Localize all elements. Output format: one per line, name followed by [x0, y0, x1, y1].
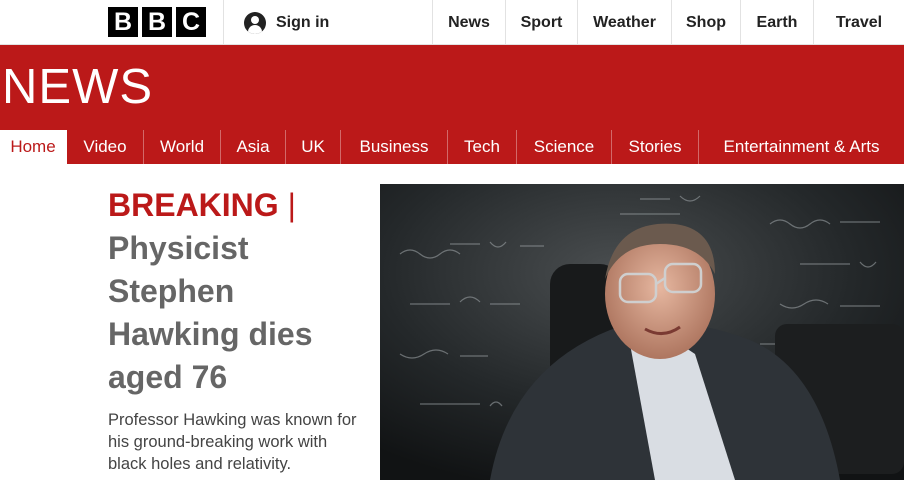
global-nav-earth[interactable]: Earth [740, 0, 813, 45]
story-photo[interactable] [380, 184, 904, 480]
story-headline[interactable]: BREAKING | Physicist Stephen Hawking die… [108, 184, 370, 399]
global-nav-shop[interactable]: Shop [671, 0, 740, 45]
story-photo-image [380, 184, 904, 480]
global-nav-sport[interactable]: Sport [505, 0, 577, 45]
bbc-logo-letter-b1: B [108, 7, 138, 37]
news-nav-tech[interactable]: Tech [448, 130, 517, 164]
news-nav-home[interactable]: Home [0, 130, 67, 164]
news-masthead: NEWS Home Video World Asia UK Business T… [0, 45, 904, 164]
top-story: BREAKING | Physicist Stephen Hawking die… [108, 184, 370, 475]
sign-in-label: Sign in [276, 13, 330, 31]
bbc-logo[interactable]: B B C [108, 7, 206, 37]
news-nav-science[interactable]: Science [517, 130, 612, 164]
news-nav: Home Video World Asia UK Business Tech S… [0, 130, 904, 164]
bbc-global-header: B B C Sign in News Sport Weather Shop Ea… [0, 0, 904, 45]
story-summary: Professor Hawking was known for his grou… [108, 411, 357, 473]
breaking-tag: BREAKING [108, 187, 279, 223]
news-nav-world[interactable]: World [144, 130, 221, 164]
news-nav-business[interactable]: Business [341, 130, 448, 164]
global-nav: News Sport Weather Shop Earth Travel [432, 0, 904, 45]
global-nav-news[interactable]: News [432, 0, 505, 45]
news-nav-stories[interactable]: Stories [612, 130, 699, 164]
story-headline-text: Physicist Stephen Hawking dies aged 76 [108, 230, 313, 395]
sign-in-link[interactable]: Sign in [223, 0, 433, 45]
news-title[interactable]: NEWS [2, 59, 153, 115]
global-nav-weather[interactable]: Weather [577, 0, 671, 45]
news-nav-entertainment-arts[interactable]: Entertainment & Arts [699, 130, 904, 164]
user-icon [244, 11, 266, 34]
news-nav-video[interactable]: Video [67, 130, 144, 164]
news-nav-uk[interactable]: UK [286, 130, 341, 164]
bbc-logo-letter-c: C [176, 7, 206, 37]
global-nav-travel[interactable]: Travel [813, 0, 904, 45]
news-nav-asia[interactable]: Asia [221, 130, 286, 164]
breaking-separator: | [287, 187, 296, 223]
bbc-logo-letter-b2: B [142, 7, 172, 37]
